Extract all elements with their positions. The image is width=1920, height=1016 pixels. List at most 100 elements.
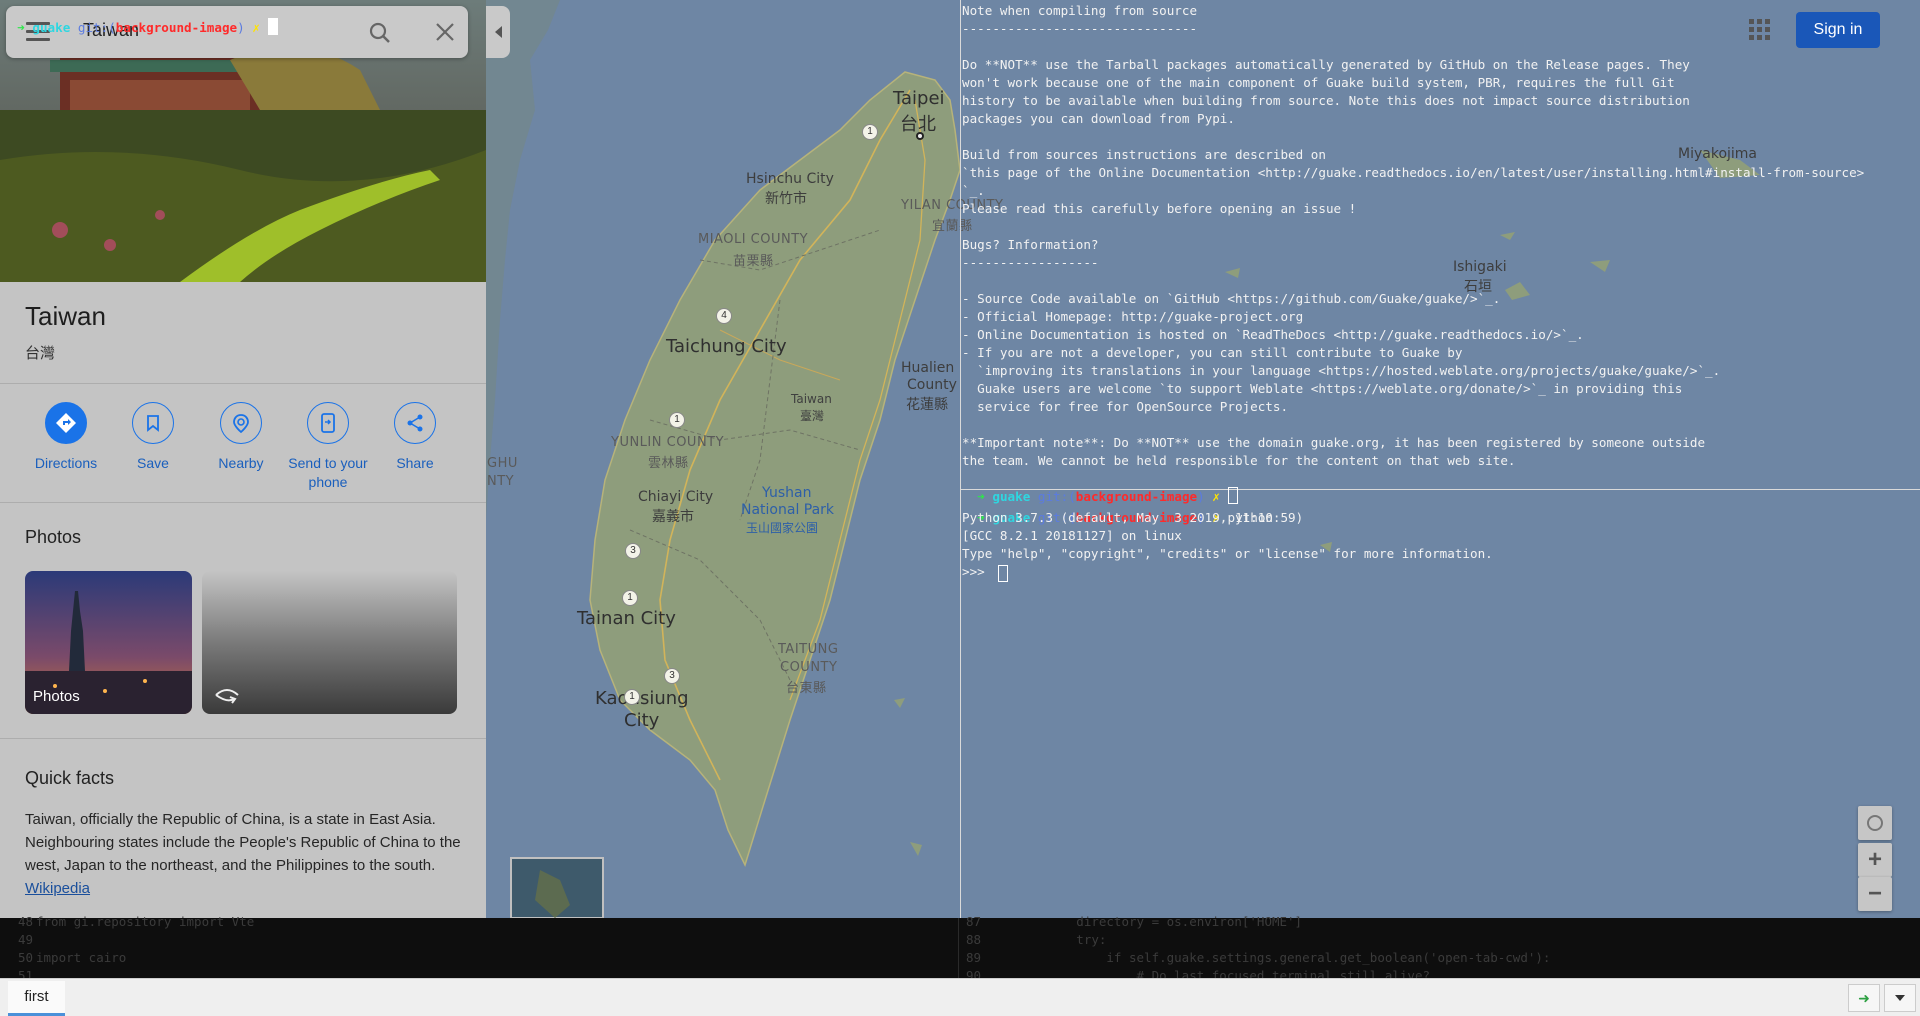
photo-tile-360[interactable] [202,571,457,714]
nearby-label: Nearby [218,455,264,471]
tab-bar: first ➜ [0,978,1920,1016]
map-label-taitung-zh: 台東縣 [786,681,827,696]
terminal-line: packages you can download from Pypi. [962,111,1235,126]
terminal-line: ------------------ [962,255,1099,270]
terminal-cursor [267,18,278,35]
terminal-cursor [998,565,1008,582]
map-label-kaohsiung-2: City [624,710,660,731]
share-icon [407,414,423,432]
route-shield: 1 [862,124,878,140]
terminal-line: Guake users are welcome `to support Webl… [962,381,1683,396]
terminal-line: `_. [962,183,985,198]
send-to-phone-label: Send to your phone [288,455,368,490]
chevron-down-icon [1895,995,1905,1001]
divider [0,738,486,739]
wikipedia-link[interactable]: Wikipedia [25,880,90,897]
tab-menu-button[interactable] [1884,984,1916,1012]
bookmark-icon [147,415,159,432]
map-label-hualien-2: County [907,377,957,393]
share-label: Share [396,455,434,471]
line-number: 87 [966,914,982,929]
photos-heading: Photos [25,527,82,547]
send-to-phone-icon [321,413,335,433]
terminal-line: service for free for OpenSource Projects… [962,399,1289,414]
line-number: 89 [966,950,982,965]
terminal-line: Please read this carefully before openin… [962,201,1357,216]
map-label-chiayi-zh: 嘉義市 [652,509,694,525]
quick-facts-body: Taiwan, officially the Republic of China… [25,811,461,874]
new-tab-button[interactable]: ➜ [1848,984,1880,1012]
map-label-yushan-1: Yushan [762,485,812,501]
terminal-line: - If you are not a developer, you can st… [962,345,1463,360]
map-label-taipei-zh: 台北 [900,114,936,135]
place-title: Taiwan [25,301,106,331]
place-panel: Taiwan Taiwan 台灣 Directions Save Nearby [0,0,486,918]
map-label-hualien-1: Hualien [901,360,955,376]
map-label-taipei: Taipei [893,88,945,109]
line-number: 48 [18,914,34,929]
divider [0,502,486,503]
prompt-branch: background-image [115,20,238,35]
map-label-hsinchu: Hsinchu City [746,171,834,187]
share-button[interactable]: Share [371,402,459,473]
map-label-yushan-zh: 玉山國家公園 [746,521,819,535]
map-label-taichung: Taichung City [666,336,787,357]
map-label-yunlin: YUNLIN COUNTY [611,435,725,450]
top-prompt-line: ➜ guake git:(background-image) ✗ [2,0,278,37]
editor-split [958,918,959,978]
map-label-ghu: GHU [487,456,518,471]
route-shield: 3 [625,543,641,559]
terminal-line: **Important note**: Do **NOT** use the d… [962,435,1706,450]
prompt-git-close: ) [237,20,245,35]
terminal-line: Build from sources instructions are desc… [962,147,1326,162]
photo-caption: Photos [33,688,80,705]
caret-left-icon [494,26,502,38]
python-output-line: [GCC 8.2.1 20181127] on linux [962,528,1182,543]
map-label-yushan-2: National Park [741,502,835,518]
code-line: directory = os.environ['HOME'] [986,914,1303,929]
terminal-line: history to be available when building fr… [962,93,1690,108]
route-shield: 1 [622,590,638,606]
terminal-line: `improving its translations in your lang… [962,363,1721,378]
code-line: if self.guake.settings.general.get_boole… [986,950,1551,965]
map-label-miaoli: MIAOLI COUNTY [698,232,809,247]
directions-label: Directions [34,455,98,471]
terminal-line: - Source Code available on `GitHub <http… [962,291,1501,306]
map-label-hsinchu-zh: 新竹市 [765,191,807,207]
line-number: 50 [18,950,34,965]
terminal-line: - Online Documentation is hosted on `Rea… [962,327,1584,342]
photo-tile-taipei101[interactable]: Photos [25,571,192,714]
prompt-git: git:( [77,20,116,35]
save-button[interactable]: Save [109,402,197,473]
map-label-taiwan: Taiwan [791,392,832,406]
editor-background [0,918,1920,978]
map-label-tainan: Tainan City [577,608,676,629]
place-subtitle: 台灣 [25,344,56,362]
directions-button[interactable]: Directions [22,402,110,473]
route-shield: 4 [716,308,732,324]
terminal-line: ------------------------------- [962,21,1198,36]
terminal-line: - Official Homepage: http://guake-projec… [962,309,1304,324]
search-icon[interactable] [368,21,392,45]
nearby-button[interactable]: Nearby [197,402,285,473]
collapse-panel-button[interactable] [486,6,510,58]
map-label-taiwan-zh: 臺灣 [800,409,825,423]
save-label: Save [137,455,169,471]
prompt-dir: guake [32,20,71,35]
terminal-line: the team. We cannot be held responsible … [962,453,1516,468]
map-label-hualien-zh: 花蓮縣 [906,397,948,413]
360-view-icon [215,689,239,704]
code-line: import cairo [36,950,127,965]
nearby-icon [233,414,249,433]
python-output-line: Python 3.7.3 (default, May 3 2019, 11:10… [962,510,1304,525]
line-number: 49 [18,932,34,947]
route-shield: 1 [669,412,685,428]
tab-first[interactable]: first [8,981,65,1016]
route-shield: 1 [624,689,640,705]
terminal-line: won't work because one of the main compo… [962,75,1675,90]
python-output-line: >>> [962,563,1008,582]
close-icon[interactable] [434,21,456,43]
terminal-line: Bugs? Information? [962,237,1099,252]
send-to-phone-button[interactable]: Send to your phone [284,402,372,492]
map-label-miaoli-zh: 苗栗縣 [733,254,774,269]
